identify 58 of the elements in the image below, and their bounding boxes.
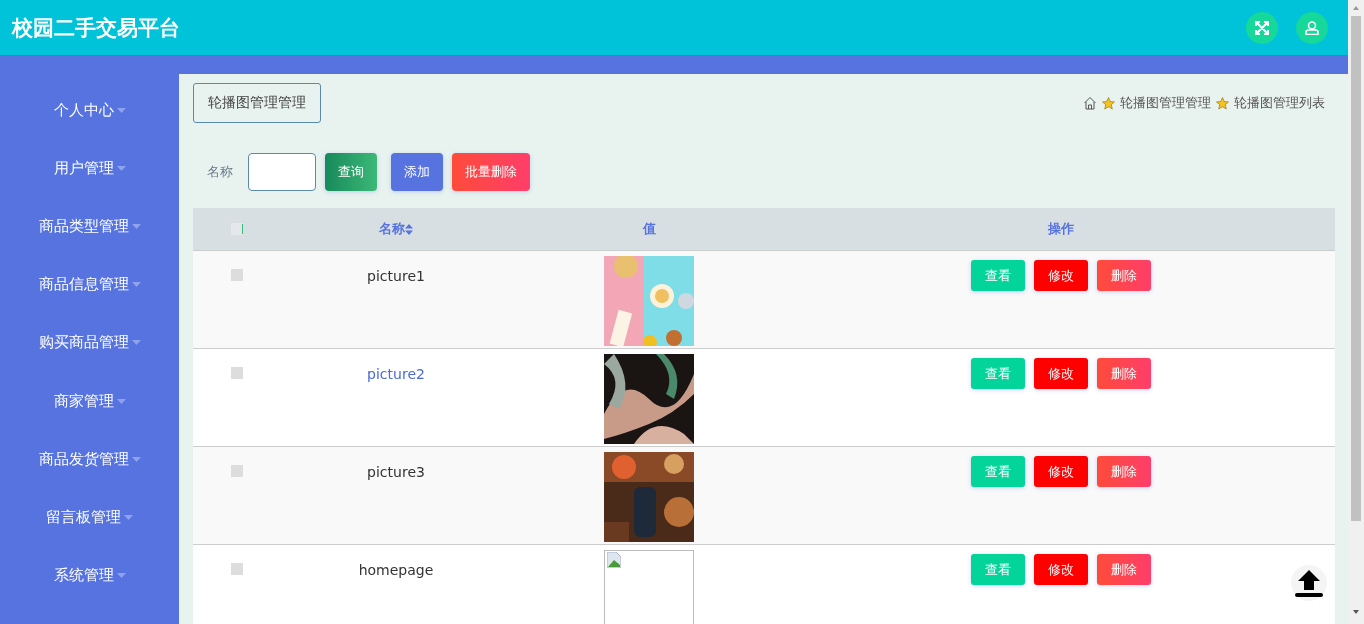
edit-button[interactable]: 修改: [1034, 456, 1088, 487]
caret-icon: [116, 108, 126, 113]
breadcrumb-item[interactable]: 轮播图管理列表: [1234, 94, 1325, 112]
column-header[interactable]: 名称: [379, 220, 413, 238]
delete-button[interactable]: 删除: [1097, 260, 1151, 291]
delete-button[interactable]: 删除: [1097, 358, 1151, 389]
table-cell: picture3: [367, 464, 425, 480]
sidebar-item[interactable]: 商品信息管理: [38, 275, 141, 334]
caret-icon: [116, 166, 126, 172]
column-header: 操作: [1048, 220, 1074, 238]
user-icon: [1305, 20, 1319, 35]
caret-icon: [131, 340, 141, 346]
star-icon: [1102, 96, 1115, 110]
table-cell: homepage: [358, 562, 434, 578]
batch-delete-button[interactable]: 批量删除: [452, 153, 530, 191]
select-all-checkbox[interactable]: [231, 222, 243, 235]
table-cell: picture2: [367, 366, 425, 382]
caret-icon: [124, 514, 133, 520]
breadcrumb-item[interactable]: 轮播图管理管理: [1120, 94, 1211, 112]
row-checkbox[interactable]: [231, 465, 243, 477]
expand-icon: [1255, 20, 1269, 35]
fullscreen-button[interactable]: [1246, 11, 1278, 44]
edit-button[interactable]: 修改: [1034, 554, 1088, 585]
broken-image-icon: [607, 552, 621, 568]
delete-button[interactable]: 删除: [1097, 554, 1151, 585]
user-button[interactable]: [1296, 11, 1328, 44]
caret-icon: [131, 456, 141, 462]
caret-icon: [116, 572, 126, 578]
edit-button[interactable]: 修改: [1034, 358, 1088, 389]
add-button[interactable]: 添加: [391, 153, 443, 191]
sidebar-item[interactable]: 商品类型管理: [38, 217, 141, 276]
back-to-top-icon[interactable]: [1291, 565, 1327, 601]
sort-icon: [405, 223, 413, 235]
sidebar-item[interactable]: 留言板管理: [46, 507, 133, 566]
row-checkbox[interactable]: [231, 563, 243, 575]
scrollbar[interactable]: [1348, 0, 1364, 624]
table-cell: picture1: [367, 268, 425, 284]
caret-icon: [131, 282, 141, 288]
sidebar-item[interactable]: 用户管理: [53, 159, 126, 218]
star-icon: [1216, 96, 1229, 110]
sidebar-item[interactable]: 商品发货管理: [38, 449, 141, 508]
sidebar-item[interactable]: 系统管理: [53, 565, 126, 624]
page-title: 轮播图管理管理: [193, 83, 321, 123]
column-header: 值: [642, 220, 656, 238]
delete-button[interactable]: 删除: [1097, 456, 1151, 487]
search-button[interactable]: 查询: [325, 153, 377, 191]
caret-icon: [131, 224, 141, 230]
name-input[interactable]: [248, 153, 316, 191]
sidebar-item[interactable]: 商家管理: [53, 391, 126, 450]
row-checkbox[interactable]: [231, 367, 243, 379]
row-checkbox[interactable]: [231, 269, 243, 281]
app-title: 校园二手交易平台: [12, 14, 180, 42]
sidebar-item[interactable]: 购买商品管理: [38, 333, 141, 392]
field-label: 名称: [206, 163, 234, 181]
sidebar-item[interactable]: 个人中心: [53, 101, 126, 160]
home-icon[interactable]: [1083, 96, 1097, 110]
caret-icon: [116, 398, 126, 404]
edit-button[interactable]: 修改: [1034, 260, 1088, 291]
